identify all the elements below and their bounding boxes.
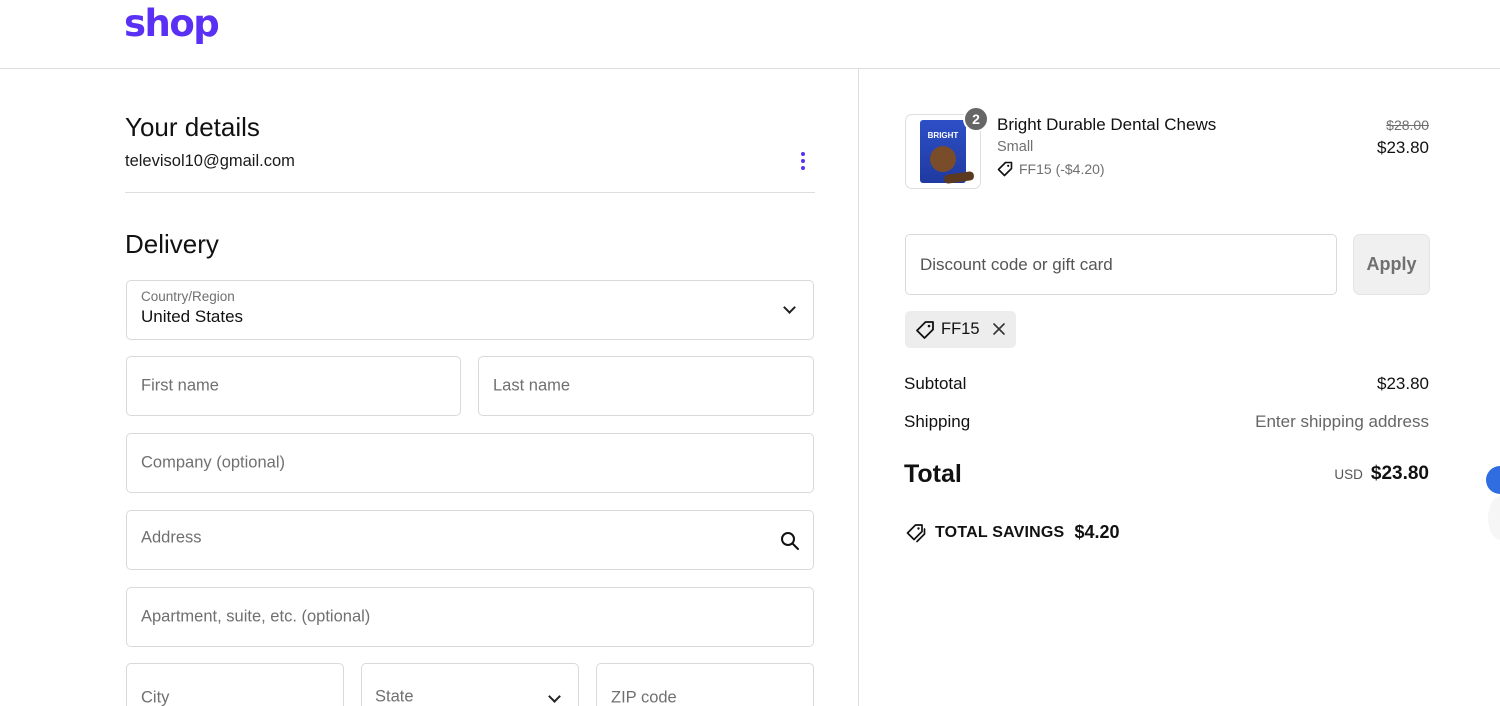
city-field[interactable]: City xyxy=(126,663,344,706)
last-name-field[interactable]: Last name xyxy=(478,356,814,416)
zip-field[interactable]: ZIP code xyxy=(596,663,814,706)
product-package-text: BRIGHT xyxy=(927,131,959,140)
subtotal-value: $23.80 xyxy=(1377,374,1429,393)
product-name: Bright Durable Dental Chews xyxy=(997,115,1217,134)
chevron-down-icon xyxy=(783,301,796,314)
state-placeholder: State xyxy=(375,687,414,706)
address-placeholder: Address xyxy=(141,528,202,547)
discount-code-placeholder: Discount code or gift card xyxy=(920,254,1113,274)
product-discount-text: FF15 (-$4.20) xyxy=(1019,161,1105,177)
quantity-badge: 2 xyxy=(963,106,989,132)
header: shop xyxy=(0,0,1500,69)
company-field[interactable]: Company (optional) xyxy=(126,433,814,493)
shipping-value: Enter shipping address xyxy=(1255,412,1429,431)
original-price: $28.00 xyxy=(1386,117,1429,133)
first-name-field[interactable]: First name xyxy=(126,356,461,416)
total-currency: USD xyxy=(1334,467,1363,482)
total-savings-amount: $4.20 xyxy=(1074,522,1120,542)
total-amount: $23.80 xyxy=(1370,463,1429,484)
applied-discount-chip: FF15 xyxy=(905,311,1016,348)
close-icon[interactable] xyxy=(992,322,1006,336)
first-name-placeholder: First name xyxy=(141,376,219,395)
more-options-icon[interactable] xyxy=(796,151,810,171)
savings-tag-icon xyxy=(906,523,926,542)
subtotal-label: Subtotal xyxy=(904,374,967,393)
country-label: Country/Region xyxy=(141,289,235,304)
your-details-heading: Your details xyxy=(125,112,260,142)
country-value: United States xyxy=(141,307,244,326)
checkout-form: Your details televisol10@gmail.com Deliv… xyxy=(0,69,859,706)
apartment-placeholder: Apartment, suite, etc. (optional) xyxy=(141,607,371,626)
city-placeholder: City xyxy=(141,688,170,706)
discount-code-input[interactable]: Discount code or gift card xyxy=(905,234,1337,295)
apartment-field[interactable]: Apartment, suite, etc. (optional) xyxy=(126,587,814,647)
product-chew-image xyxy=(930,146,956,172)
state-select[interactable]: State xyxy=(361,663,579,706)
account-email: televisol10@gmail.com xyxy=(125,152,295,170)
tag-icon xyxy=(916,320,934,339)
zip-placeholder: ZIP code xyxy=(611,688,677,706)
applied-discount-code: FF15 xyxy=(941,320,980,338)
shipping-label: Shipping xyxy=(904,412,971,431)
order-summary: BRIGHT 2 Bright Durable Dental Chews Sma… xyxy=(860,69,1500,706)
apply-button[interactable]: Apply xyxy=(1353,234,1430,295)
total-savings: TOTAL SAVINGS $4.20 xyxy=(905,522,1119,543)
search-icon[interactable] xyxy=(780,531,800,551)
total-label: Total xyxy=(904,460,962,488)
divider xyxy=(125,192,815,193)
company-placeholder: Company (optional) xyxy=(141,453,285,472)
shop-logo[interactable]: shop xyxy=(124,2,220,45)
last-name-placeholder: Last name xyxy=(493,376,571,395)
tag-icon xyxy=(997,161,1013,177)
product-discount: FF15 (-$4.20) xyxy=(997,161,1105,177)
final-price: $23.80 xyxy=(1377,138,1429,157)
total-savings-label: TOTAL SAVINGS xyxy=(935,523,1065,541)
delivery-heading: Delivery xyxy=(125,229,219,259)
chevron-down-icon xyxy=(548,690,561,703)
country-select[interactable]: Country/Region United States xyxy=(126,280,814,340)
product-variant: Small xyxy=(997,139,1034,155)
address-field[interactable]: Address xyxy=(126,510,814,570)
total-value: USD $23.80 xyxy=(1334,463,1429,485)
